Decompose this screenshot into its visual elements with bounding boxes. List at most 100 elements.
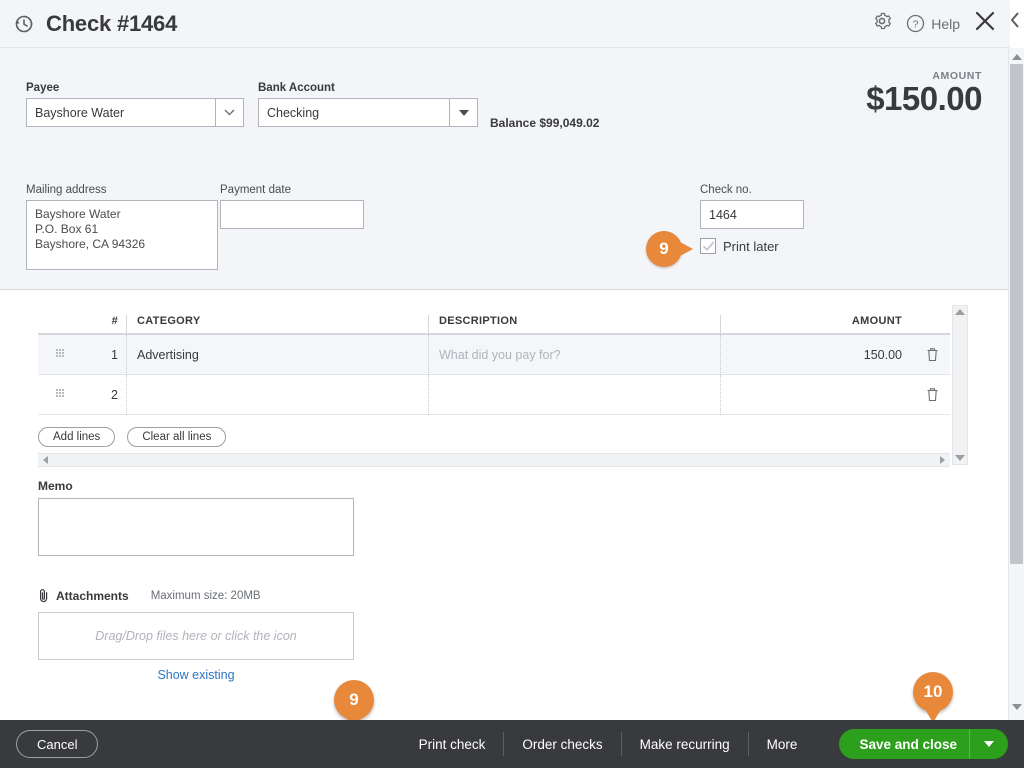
page-title: Check #1464 — [46, 10, 178, 36]
delete-row-button[interactable] — [914, 335, 950, 375]
memo-label: Memo — [38, 479, 73, 493]
row-category[interactable] — [126, 374, 428, 415]
header-amount: AMOUNT — [720, 315, 914, 333]
question-circle-icon: ? — [907, 14, 925, 33]
paperclip-icon — [40, 589, 48, 603]
check-no-value: 1464 — [709, 207, 737, 222]
mailing-address-label: Mailing address — [26, 184, 107, 196]
row-description[interactable]: What did you pay for? — [428, 334, 720, 375]
payee-label: Payee — [26, 82, 60, 94]
drag-dots-icon — [56, 349, 65, 360]
drag-handle[interactable] — [38, 375, 82, 415]
address-line-3: Bayshore, CA 94326 — [35, 237, 146, 251]
clock-history-icon[interactable] — [12, 12, 36, 36]
scroll-left-icon[interactable] — [43, 456, 48, 464]
save-and-close-label: Save and close — [859, 736, 957, 752]
drag-handle[interactable] — [38, 335, 82, 375]
check-no-input[interactable]: 1464 — [700, 200, 804, 229]
address-line-2: P.O. Box 61 — [35, 222, 99, 236]
memo-input[interactable] — [38, 498, 354, 556]
check-form-header: Payee Bayshore Water Bank Account Checki… — [0, 48, 1010, 290]
delete-row-button[interactable] — [914, 375, 950, 415]
callout-number: 9 — [659, 239, 669, 258]
show-existing-link[interactable]: Show existing — [38, 668, 354, 682]
attachment-dropzone[interactable]: Drag/Drop files here or click the icon — [38, 612, 354, 660]
line-actions: Add lines Clear all lines — [38, 427, 227, 447]
check-no-label: Check no. — [700, 184, 752, 196]
table-horizontal-scrollbar[interactable] — [38, 453, 950, 467]
amount-display: AMOUNT $150.00 — [866, 70, 982, 117]
account-balance: Balance $99,049.02 — [490, 116, 600, 130]
header-delete — [914, 327, 950, 333]
divider — [969, 729, 970, 759]
scroll-up-icon[interactable] — [955, 309, 965, 315]
payment-date-group: Payment date — [220, 184, 364, 229]
attachments-title: Attachments — [56, 588, 129, 603]
close-icon[interactable] — [974, 10, 996, 37]
table-vertical-scrollbar[interactable] — [952, 305, 968, 465]
bank-account-dropdown-button[interactable] — [449, 99, 477, 126]
trash-icon — [927, 388, 937, 402]
scroll-down-icon[interactable] — [955, 455, 965, 461]
row-category[interactable]: Advertising — [126, 334, 428, 375]
page-scrollbar[interactable] — [1008, 48, 1024, 720]
bank-account-value: Checking — [267, 105, 320, 120]
payment-date-input[interactable] — [220, 200, 364, 229]
row-number: 1 — [111, 347, 118, 362]
mailing-address-group: Mailing address Bayshore Water P.O. Box … — [26, 184, 218, 270]
add-lines-button[interactable]: Add lines — [38, 427, 116, 447]
header-category: CATEGORY — [126, 315, 428, 333]
attachments-max-size: Maximum size: 20MB — [150, 589, 261, 602]
print-later-row: Print later — [700, 238, 779, 254]
page-scroll-thumb[interactable] — [1010, 64, 1023, 564]
table-row[interactable]: 1 Advertising What did you pay for? 150.… — [38, 334, 950, 375]
more-button[interactable]: More — [749, 737, 816, 752]
callout-number: 10 — [923, 682, 943, 701]
line-items-table: # CATEGORY DESCRIPTION AMOUNT 1 Advertis… — [38, 305, 950, 415]
callout-number: 9 — [349, 690, 359, 709]
order-checks-button[interactable]: Order checks — [504, 737, 620, 752]
payee-input[interactable]: Bayshore Water — [26, 98, 244, 127]
row-number: 2 — [111, 387, 118, 402]
mailing-address-input[interactable]: Bayshore Water P.O. Box 61 Bayshore, CA … — [26, 200, 218, 270]
drag-dots-icon — [56, 389, 65, 400]
table-row[interactable]: 2 — [38, 374, 950, 415]
callout-badge-9-print-later: 9 — [646, 231, 693, 267]
make-recurring-button[interactable]: Make recurring — [622, 737, 748, 752]
row-amount[interactable]: 150.00 — [720, 334, 914, 375]
page-scroll-up-icon[interactable] — [1011, 54, 1022, 60]
check-entry-window: Check #1464 ? Help Payee Bayshore Water … — [0, 0, 1024, 768]
clear-all-lines-button[interactable]: Clear all lines — [127, 427, 227, 447]
amount-value: $150.00 — [866, 80, 982, 117]
chevron-down-icon[interactable] — [984, 741, 994, 747]
check-mark-icon — [703, 241, 715, 251]
bank-account-select[interactable]: Checking — [258, 98, 478, 127]
row-description[interactable] — [428, 374, 720, 415]
payment-date-label: Payment date — [220, 184, 291, 196]
memo-section: Memo — [38, 479, 354, 556]
callout-badge-10-save: 10 — [913, 672, 953, 723]
header-description: DESCRIPTION — [428, 315, 720, 333]
payee-dropdown-button[interactable] — [215, 99, 243, 126]
header-actions: ? Help — [872, 10, 996, 37]
attachments-section: Attachments Maximum size: 20MB Drag/Drop… — [38, 588, 354, 682]
print-check-button[interactable]: Print check — [401, 737, 504, 752]
collapse-panel-icon[interactable] — [1008, 10, 1022, 35]
bank-account-field-group: Bank Account Checking — [258, 82, 478, 127]
payee-value: Bayshore Water — [35, 105, 125, 120]
row-amount[interactable] — [720, 374, 914, 415]
table-header-row: # CATEGORY DESCRIPTION AMOUNT — [38, 305, 950, 335]
footer-links: Print check Order checks Make recurring … — [401, 729, 1008, 759]
svg-text:?: ? — [913, 18, 919, 30]
check-no-group: Check no. 1464 — [700, 184, 804, 229]
save-and-close-button[interactable]: Save and close — [839, 729, 1008, 759]
trash-icon — [927, 348, 937, 362]
footer-toolbar: Cancel Print check Order checks Make rec… — [0, 720, 1024, 768]
page-scroll-down-icon[interactable] — [1011, 704, 1022, 710]
print-later-checkbox[interactable] — [700, 238, 716, 254]
help-button[interactable]: ? Help — [906, 14, 960, 33]
chevron-down-icon — [224, 109, 235, 116]
gear-icon[interactable] — [872, 11, 892, 36]
cancel-button[interactable]: Cancel — [16, 730, 99, 758]
scroll-right-icon[interactable] — [940, 456, 945, 464]
